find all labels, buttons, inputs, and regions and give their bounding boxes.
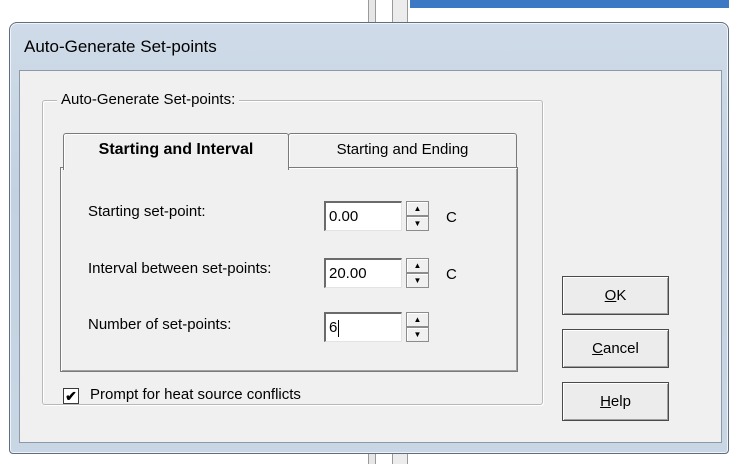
background-selection <box>410 0 729 8</box>
text-caret <box>338 319 340 337</box>
starting-setpoint-unit: C <box>446 209 457 226</box>
help-label-rest: elp <box>610 393 631 410</box>
tab-label: Starting and Interval <box>98 141 254 158</box>
tab-starting-and-ending[interactable]: Starting and Ending <box>288 133 517 167</box>
spin-up-icon[interactable]: ▲ <box>406 258 429 273</box>
help-mnemonic: H <box>600 393 611 410</box>
count-spinner[interactable]: ▲ ▼ <box>406 312 429 342</box>
ok-mnemonic: O <box>604 287 617 304</box>
cancel-label-rest: ancel <box>602 340 639 357</box>
starting-setpoint-spinner[interactable]: ▲ ▼ <box>406 201 429 231</box>
prompt-conflicts-label[interactable]: Prompt for heat source conflicts <box>90 386 301 403</box>
starting-setpoint-label: Starting set-point: <box>88 203 206 220</box>
spin-down-icon[interactable]: ▼ <box>406 216 429 231</box>
spin-down-icon[interactable]: ▼ <box>406 273 429 288</box>
interval-spinner[interactable]: ▲ ▼ <box>406 258 429 288</box>
count-value: 6 <box>329 319 338 336</box>
ok-label-rest: K <box>616 287 627 304</box>
starting-setpoint-input[interactable]: 0.00 <box>324 201 402 231</box>
groupbox-legend: Auto-Generate Set-points: <box>57 91 240 108</box>
ok-button[interactable]: OK <box>562 276 669 315</box>
prompt-conflicts-checkbox[interactable]: ✔ <box>63 388 79 404</box>
count-input[interactable]: 6 <box>324 312 402 342</box>
cancel-mnemonic: C <box>592 340 603 357</box>
count-label: Number of set-points: <box>88 316 232 333</box>
help-button[interactable]: Help <box>562 382 669 421</box>
interval-input[interactable]: 20.00 <box>324 258 402 288</box>
spin-up-icon[interactable]: ▲ <box>406 201 429 216</box>
spin-up-icon[interactable]: ▲ <box>406 312 429 327</box>
tab-starting-and-interval[interactable]: Starting and Interval <box>63 133 289 170</box>
dialog-title: Auto-Generate Set-points <box>24 37 217 56</box>
tab-label: Starting and Ending <box>336 141 469 158</box>
interval-label: Interval between set-points: <box>88 260 272 277</box>
cancel-button[interactable]: Cancel <box>562 329 669 368</box>
spin-down-icon[interactable]: ▼ <box>406 327 429 342</box>
interval-unit: C <box>446 266 457 283</box>
